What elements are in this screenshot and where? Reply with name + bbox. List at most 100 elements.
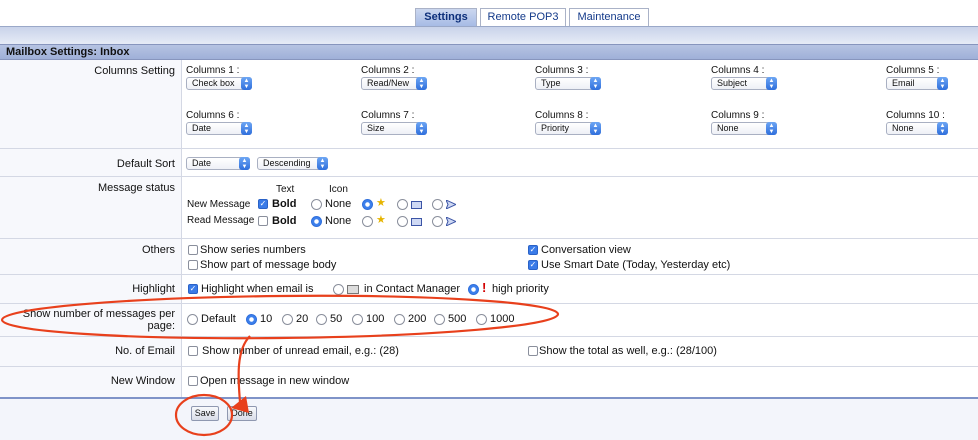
show-part-body-label: Show part of message body: [200, 259, 337, 271]
per-page-radio-50[interactable]: [316, 314, 327, 325]
save-button[interactable]: Save: [191, 406, 219, 421]
default-sort-label: Default Sort: [116, 158, 175, 170]
column-6-select[interactable]: Date ▲ ▼: [186, 122, 252, 135]
message-status-label: Message status: [97, 182, 175, 194]
done-button[interactable]: Done: [227, 406, 257, 421]
row-divider: [0, 176, 978, 177]
highlight-when-label: Highlight when email is: [201, 283, 314, 295]
column-4-select[interactable]: Subject ▲ ▼: [711, 77, 777, 90]
column-9-select[interactable]: None ▲ ▼: [711, 122, 777, 135]
highlight-priority-radio[interactable]: [468, 284, 479, 295]
column-4-label: Columns 4 :: [711, 65, 765, 76]
smart-date-checkbox[interactable]: ✓: [528, 260, 538, 270]
tab-maintenance[interactable]: Maintenance: [569, 8, 649, 26]
default-sort-order-select[interactable]: Descending ▲ ▼: [257, 157, 328, 170]
default-sort-order-value: Descending: [263, 158, 311, 168]
per-page-radio-200[interactable]: [394, 314, 405, 325]
per-page-radio-20[interactable]: [282, 314, 293, 325]
column-8-select[interactable]: Priority ▲ ▼: [535, 122, 601, 135]
column-10-select[interactable]: None ▲ ▼: [886, 122, 948, 135]
new-message-icon-flag-radio[interactable]: [432, 199, 443, 210]
column-4-value: Subject: [717, 78, 748, 88]
read-message-icon-star-radio[interactable]: [362, 216, 373, 227]
read-message-icon-flag-radio[interactable]: [432, 216, 443, 227]
no-of-email-label: No. of Email: [115, 345, 175, 357]
read-message-bold-checkbox[interactable]: [258, 216, 268, 226]
column-1-label: Columns 1 :: [186, 65, 240, 76]
per-page-option-label: Default: [201, 313, 236, 325]
column-3-value: Type: [541, 78, 561, 88]
row-divider: [0, 238, 978, 239]
column-2-select[interactable]: Read/New ▲ ▼: [361, 77, 427, 90]
column-3-label: Columns 3 :: [535, 65, 589, 76]
column-10-value: None: [892, 123, 914, 133]
tab-settings[interactable]: Settings: [415, 8, 477, 26]
column-6-label: Columns 6 :: [186, 110, 240, 121]
default-sort-field-select[interactable]: Date ▲ ▼: [186, 157, 250, 170]
open-new-window-label: Open message in new window: [200, 375, 350, 387]
conversation-view-checkbox[interactable]: ✓: [528, 245, 538, 255]
row-divider: [0, 366, 978, 367]
row-divider: [0, 303, 978, 304]
chevron-updown-icon: ▲ ▼: [317, 157, 328, 170]
column-5-select[interactable]: Email ▲ ▼: [886, 77, 948, 90]
new-message-icon-mail-radio[interactable]: [397, 199, 408, 210]
chevron-updown-icon: ▲ ▼: [416, 77, 427, 90]
top-band: [0, 26, 978, 44]
open-new-window-checkbox[interactable]: [188, 376, 198, 386]
per-page-radio-1000[interactable]: [476, 314, 487, 325]
column-8-label: Columns 8 :: [535, 110, 589, 121]
columns-setting-label: Columns Setting: [94, 65, 175, 77]
read-message-icon-none-radio[interactable]: [311, 216, 322, 227]
read-message-none-label: None: [325, 215, 352, 227]
chevron-updown-icon: ▲ ▼: [241, 122, 252, 135]
column-1-select[interactable]: Check box ▲ ▼: [186, 77, 252, 90]
show-total-checkbox[interactable]: [528, 346, 538, 356]
column-3-select[interactable]: Type ▲ ▼: [535, 77, 601, 90]
column-6-value: Date: [192, 123, 212, 133]
chevron-updown-icon: ▲ ▼: [766, 77, 777, 90]
show-part-body-checkbox[interactable]: [188, 260, 198, 270]
show-unread-label: Show number of unread email, e.g.: (28): [202, 345, 399, 357]
new-message-none-label: None: [325, 198, 352, 210]
high-priority-label: high priority: [492, 283, 549, 295]
read-message-bold-label: Bold: [272, 215, 297, 227]
new-message-bold-label: Bold: [272, 198, 297, 210]
contact-card-icon: [347, 285, 359, 294]
chevron-updown-icon: ▲ ▼: [590, 122, 601, 135]
contact-manager-label: in Contact Manager: [364, 283, 460, 295]
column-8-value: Priority: [541, 123, 570, 133]
show-unread-checkbox[interactable]: [188, 346, 198, 356]
column-2-value: Read/New: [367, 78, 410, 88]
star-icon: ★: [376, 214, 386, 226]
column-1-value: Check box: [192, 78, 235, 88]
default-sort-field-value: Date: [192, 158, 212, 168]
tab-remote-pop3[interactable]: Remote POP3: [480, 8, 566, 26]
per-page-radio-10[interactable]: [246, 314, 257, 325]
per-page-radio-default[interactable]: [187, 314, 198, 325]
per-page-option-label: 20: [296, 313, 309, 325]
per-page-radio-100[interactable]: [352, 314, 363, 325]
highlight-contact-radio[interactable]: [333, 284, 344, 295]
chevron-updown-icon: ▲ ▼: [937, 122, 948, 135]
show-total-label: Show the total as well, e.g.: (28/100): [539, 345, 717, 357]
per-page-radio-500[interactable]: [434, 314, 445, 325]
read-message-icon-mail-radio[interactable]: [397, 216, 408, 227]
per-page-option-label: 500: [448, 313, 467, 325]
new-message-bold-checkbox[interactable]: ✓: [258, 199, 268, 209]
column-2-label: Columns 2 :: [361, 65, 415, 76]
messages-per-page-label: Show number of messages per: [22, 308, 175, 320]
row-divider: [0, 274, 978, 275]
column-7-select[interactable]: Size ▲ ▼: [361, 122, 427, 135]
row-divider: [0, 148, 978, 149]
messages-per-page-label-line2: page:: [147, 320, 175, 332]
highlight-checkbox[interactable]: ✓: [188, 284, 198, 294]
column-5-label: Columns 5 :: [886, 65, 940, 76]
per-page-option-label: 10: [260, 313, 273, 325]
per-page-option-label: 1000: [490, 313, 515, 325]
new-message-icon-star-radio[interactable]: [362, 199, 373, 210]
new-message-icon-none-radio[interactable]: [311, 199, 322, 210]
row-divider: [0, 336, 978, 337]
smart-date-label: Use Smart Date (Today, Yesterday etc): [541, 259, 731, 271]
show-series-checkbox[interactable]: [188, 245, 198, 255]
